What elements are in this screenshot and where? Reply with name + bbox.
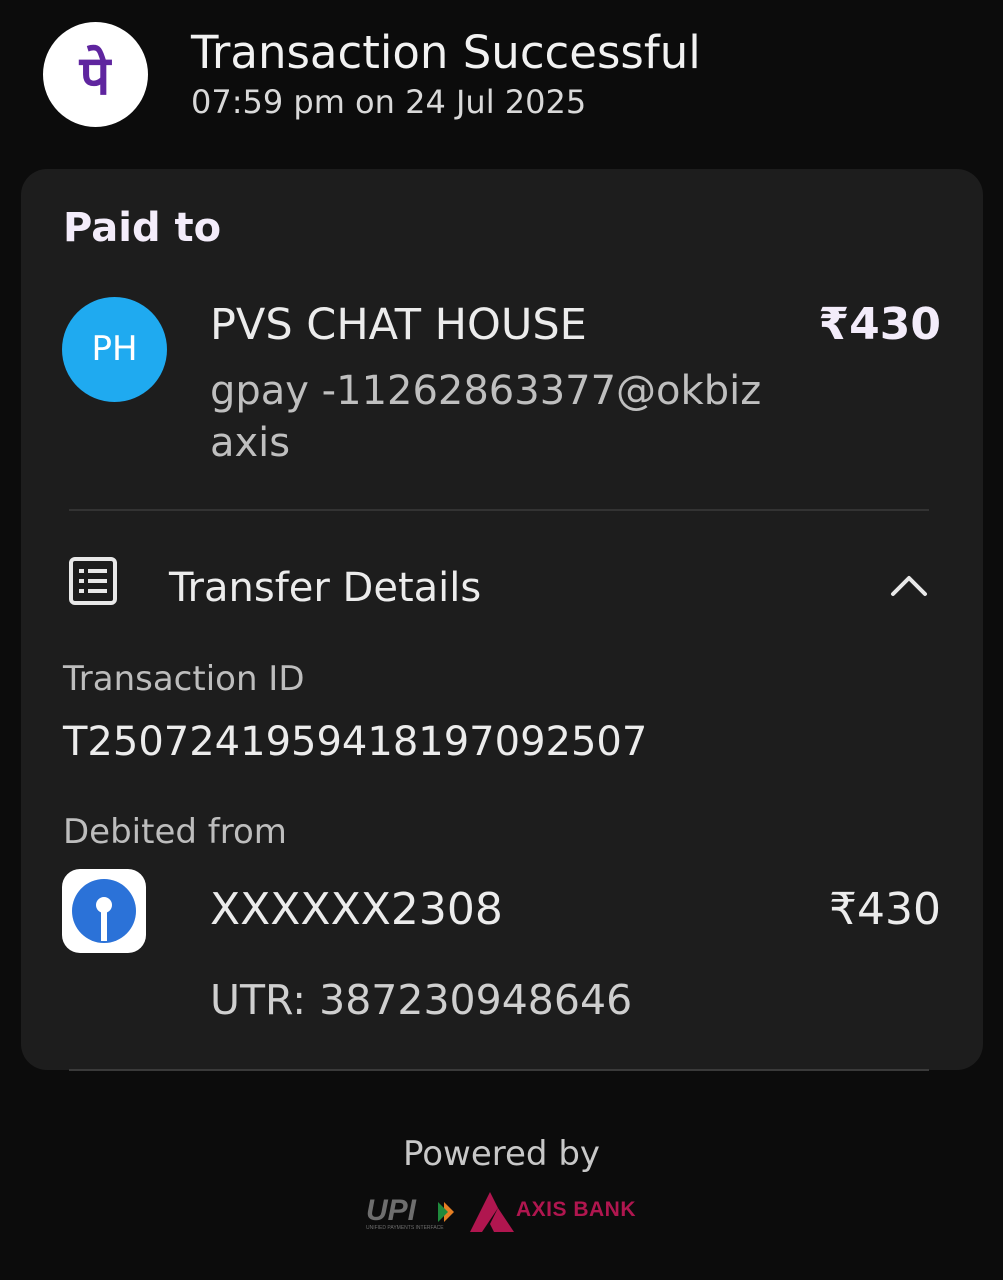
axis-bank-logo-icon: [468, 1190, 518, 1238]
debit-account-number: XXXXXX2308: [210, 884, 503, 935]
debit-amount: ₹430: [829, 884, 941, 935]
status-title: Transaction Successful: [191, 26, 701, 79]
transaction-id-label: Transaction ID: [63, 659, 305, 699]
paid-to-label: Paid to: [63, 205, 222, 251]
transaction-header: पे Transaction Successful 07:59 pm on 24…: [0, 0, 1003, 150]
payee-amount: ₹430: [818, 299, 941, 350]
payee-upi-id: gpay -11262863377@okbizaxis: [210, 368, 762, 466]
sbi-logo-icon: [72, 879, 136, 943]
transaction-id-value: T2507241959418197092507: [63, 719, 648, 765]
transaction-card: Paid to PH PVS CHAT HOUSE ₹430 gpay -112…: [21, 169, 983, 1070]
phonepe-logo-icon: पे: [79, 44, 113, 107]
upi-logo: UPI UNIFIED PAYMENTS INTERFACE: [364, 1192, 460, 1236]
upi-logo-text: UPI: [366, 1194, 417, 1227]
transfer-details-toggle[interactable]: Transfer Details: [21, 554, 983, 624]
payee-avatar: PH: [62, 297, 167, 402]
transfer-details-label: Transfer Details: [169, 565, 482, 611]
sbi-bank-logo: [62, 869, 146, 953]
debited-from-label: Debited from: [63, 812, 287, 852]
section-divider: [69, 509, 929, 511]
transaction-timestamp: 07:59 pm on 24 Jul 2025: [191, 83, 587, 121]
axis-bank-name: AXIS BANK: [516, 1198, 637, 1221]
chevron-up-icon[interactable]: [887, 568, 931, 604]
powered-by-label: Powered by: [402, 1134, 601, 1174]
payee-name: PVS CHAT HOUSE: [210, 300, 587, 350]
phonepe-logo: पे: [43, 22, 148, 127]
upi-logo-subtext: UNIFIED PAYMENTS INTERFACE: [366, 1225, 444, 1231]
footer-divider: [69, 1069, 929, 1071]
utr-number: UTR: 387230948646: [210, 976, 633, 1024]
receipt-list-icon: [68, 556, 120, 612]
phonepe-logo-glyph: पे: [79, 44, 113, 107]
